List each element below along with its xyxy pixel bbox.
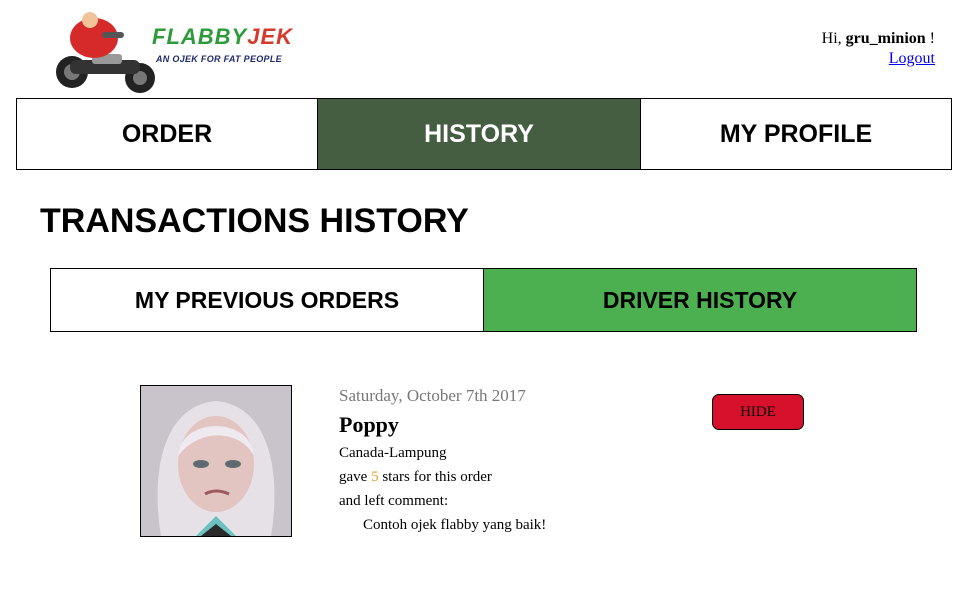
entry-comment: Contoh ojek flabby yang baik!: [363, 517, 547, 533]
logo: FLABBYJEK AN OJEK FOR FAT PEOPLE: [52, 12, 312, 96]
avatar: [140, 385, 292, 537]
page-title: TRANSACTIONS HISTORY: [40, 202, 469, 240]
nav-tab-history[interactable]: HISTORY: [318, 99, 641, 169]
username: gru_minion: [845, 30, 926, 47]
nav-tab-order[interactable]: ORDER: [17, 99, 318, 169]
entry-comment-label: and left comment:: [339, 493, 449, 509]
history-entry: Saturday, October 7th 2017 Poppy Canada-…: [339, 386, 546, 534]
entry-rating: gave 5 stars for this order: [339, 469, 492, 485]
main-nav: ORDER HISTORY MY PROFILE: [16, 98, 952, 170]
subtab-my-previous-orders[interactable]: MY PREVIOUS ORDERS: [51, 269, 484, 331]
nav-tab-my-profile[interactable]: MY PROFILE: [641, 99, 951, 169]
user-photo-icon: [141, 386, 291, 536]
entry-route: Canada-Lampung: [339, 445, 447, 461]
logo-tagline: AN OJEK FOR FAT PEOPLE: [156, 54, 282, 64]
rating-value: 5: [371, 469, 379, 485]
greeting: Hi, gru_minion !: [821, 30, 935, 47]
logo-motorbike-icon: [56, 12, 155, 93]
logout-link[interactable]: Logout: [889, 50, 935, 68]
history-subtabs: MY PREVIOUS ORDERS DRIVER HISTORY: [50, 268, 917, 332]
logo-title: FLABBYJEK: [152, 24, 294, 49]
hide-button[interactable]: HIDE: [712, 394, 804, 430]
subtab-driver-history[interactable]: DRIVER HISTORY: [484, 269, 916, 331]
entry-date: Saturday, October 7th 2017: [339, 386, 526, 405]
entry-name: Poppy: [339, 412, 399, 437]
